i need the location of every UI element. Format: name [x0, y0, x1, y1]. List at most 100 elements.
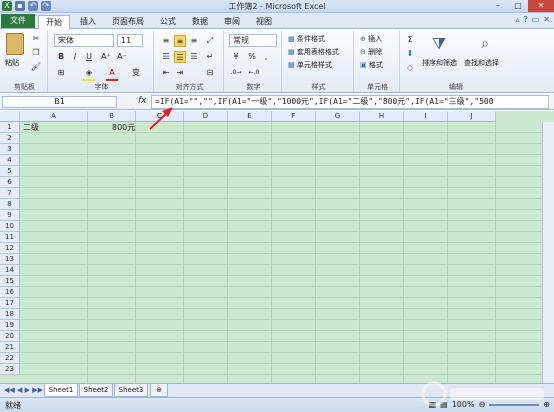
select-all-corner[interactable] — [0, 111, 20, 122]
cell-styles-button[interactable]: ▦ 单元格样式 — [288, 60, 332, 70]
row-header-9[interactable]: 9 — [0, 210, 20, 221]
column-header-a[interactable]: A — [20, 111, 88, 122]
formula-input[interactable]: =IF(A1="","",IF(A1="一级","1000元",IF(A1="二… — [151, 95, 549, 109]
row-header-1[interactable]: 1 — [0, 122, 20, 133]
row-header-10[interactable]: 10 — [0, 221, 20, 232]
row-header-21[interactable]: 21 — [0, 342, 20, 353]
sort-filter-icon[interactable]: ⧩ — [430, 34, 448, 54]
borders-icon[interactable]: ⊞ — [55, 67, 67, 79]
column-header-e[interactable]: E — [228, 111, 272, 122]
column-header-g[interactable]: G — [316, 111, 360, 122]
font-name-box[interactable]: 宋体 — [54, 34, 114, 47]
align-center-icon[interactable]: ☰ — [174, 51, 186, 63]
cell-a1[interactable]: 二级 — [23, 122, 39, 133]
orientation-icon[interactable]: ⤢ — [204, 35, 216, 47]
currency-icon[interactable]: ¥ — [230, 51, 242, 63]
shrink-font-icon[interactable]: A⁻ — [116, 51, 128, 63]
align-right-icon[interactable]: ☰ — [188, 51, 200, 63]
underline-button[interactable]: U — [83, 51, 95, 63]
row-header-8[interactable]: 8 — [0, 199, 20, 210]
grow-font-icon[interactable]: A⁺ — [100, 51, 112, 63]
row-header-16[interactable]: 16 — [0, 287, 20, 298]
worksheet-grid[interactable]: ABCDEFGHIJ 1 2 3 4 5 6 7 8 9 10 11 12 13 14 15 16 17 18 19… — [0, 111, 554, 383]
tab-page-layout[interactable]: 页面布局 — [106, 15, 150, 29]
wrap-text-icon[interactable]: ↵ — [204, 51, 216, 63]
percent-button[interactable]: % — [246, 51, 258, 63]
increase-indent-icon[interactable]: ⇥ — [174, 67, 186, 79]
row-header-13[interactable]: 13 — [0, 254, 20, 265]
fill-color-icon[interactable]: ◈ — [83, 67, 95, 79]
italic-button[interactable]: I — [69, 51, 81, 63]
sort-filter-button[interactable]: 排序和筛选 — [422, 58, 457, 68]
row-header-2[interactable]: 2 — [0, 133, 20, 144]
format-painter-icon[interactable]: 🖌 — [30, 61, 42, 73]
row-header-11[interactable]: 11 — [0, 232, 20, 243]
column-header-b[interactable]: B — [88, 111, 136, 122]
column-header-d[interactable]: D — [184, 111, 228, 122]
insert-function-button[interactable]: fx — [138, 96, 147, 106]
copy-icon[interactable]: ❐ — [30, 47, 42, 59]
decrease-decimal-icon[interactable]: ←.0 — [248, 67, 260, 79]
row-header-6[interactable]: 6 — [0, 177, 20, 188]
tab-review[interactable]: 审阅 — [218, 15, 246, 29]
tab-home[interactable]: 开始 — [38, 15, 70, 29]
number-format-box[interactable]: 常规 — [229, 34, 277, 47]
row-header-18[interactable]: 18 — [0, 309, 20, 320]
font-color-button[interactable]: A — [106, 67, 118, 79]
sheet-tab-sheet2[interactable]: Sheet2 — [79, 384, 113, 397]
tab-insert[interactable]: 插入 — [74, 15, 102, 29]
row-header-23[interactable]: 23 — [0, 364, 20, 375]
row-header-17[interactable]: 17 — [0, 298, 20, 309]
format-as-table-button[interactable]: ▦ 套用表格格式 — [288, 47, 339, 57]
sheet-tab-sheet3[interactable]: Sheet3 — [114, 384, 148, 397]
find-select-icon[interactable]: ⌕ — [476, 34, 494, 54]
paste-icon[interactable] — [6, 33, 24, 55]
vertical-scrollbar[interactable] — [542, 122, 554, 383]
row-header-7[interactable]: 7 — [0, 188, 20, 199]
align-bottom-icon[interactable]: ≡ — [188, 35, 200, 47]
sheet-nav-arrows-icon[interactable]: ◀◀ ◀ ▶ ▶▶ — [4, 386, 43, 394]
merge-center-icon[interactable]: ⊟ — [204, 67, 216, 79]
row-header-20[interactable]: 20 — [0, 331, 20, 342]
align-left-icon[interactable]: ☰ — [160, 51, 172, 63]
tab-formulas[interactable]: 公式 — [154, 15, 182, 29]
name-box[interactable]: B1 — [2, 96, 117, 108]
close-icon[interactable]: ✕ — [528, 0, 554, 12]
row-header-5[interactable]: 5 — [0, 166, 20, 177]
close-workbook-icon[interactable]: ✕ — [543, 15, 550, 24]
row-header-14[interactable]: 14 — [0, 265, 20, 276]
column-header-j[interactable]: J — [448, 111, 496, 122]
row-header-19[interactable]: 19 — [0, 320, 20, 331]
phonetic-button[interactable]: 变 — [130, 67, 142, 79]
align-middle-icon[interactable]: ≡ — [174, 35, 186, 47]
column-header-h[interactable]: H — [360, 111, 404, 122]
cell-b1[interactable]: 800元 — [112, 122, 135, 133]
find-select-button[interactable]: 查找和选择 — [464, 58, 499, 68]
conditional-format-button[interactable]: ▦ 条件格式 — [288, 34, 325, 44]
bold-button[interactable]: B — [55, 51, 67, 63]
font-size-box[interactable]: 11 — [117, 34, 143, 47]
tab-view[interactable]: 视图 — [250, 15, 278, 29]
decrease-indent-icon[interactable]: ⇤ — [160, 67, 172, 79]
autosum-button[interactable]: Σ — [404, 34, 416, 46]
tab-file[interactable]: 文件 — [1, 14, 35, 28]
increase-decimal-icon[interactable]: .0→ — [230, 67, 242, 79]
row-header-3[interactable]: 3 — [0, 144, 20, 155]
insert-sheet-icon[interactable]: ⊕ — [150, 384, 168, 397]
clear-icon[interactable]: ◇ — [404, 62, 416, 74]
cut-icon[interactable]: ✂ — [30, 33, 42, 45]
restore-workbook-icon[interactable]: ▭ — [532, 15, 540, 24]
align-top-icon[interactable]: ≡ — [160, 35, 172, 47]
tab-data[interactable]: 数据 — [186, 15, 214, 29]
column-header-c[interactable]: C — [136, 111, 184, 122]
delete-cells-button[interactable]: ⊖ 删除 — [360, 47, 382, 57]
row-header-22[interactable]: 22 — [0, 353, 20, 364]
insert-cells-button[interactable]: ⊕ 插入 — [360, 34, 382, 44]
paste-button[interactable]: 粘贴 — [5, 58, 19, 68]
comma-button[interactable]: , — [260, 51, 272, 63]
row-header-12[interactable]: 12 — [0, 243, 20, 254]
column-header-f[interactable]: F — [272, 111, 316, 122]
format-cells-button[interactable]: ▣ 格式 — [360, 60, 383, 70]
maximize-icon[interactable]: □ — [508, 0, 528, 12]
help-icon[interactable]: ? — [523, 15, 527, 24]
